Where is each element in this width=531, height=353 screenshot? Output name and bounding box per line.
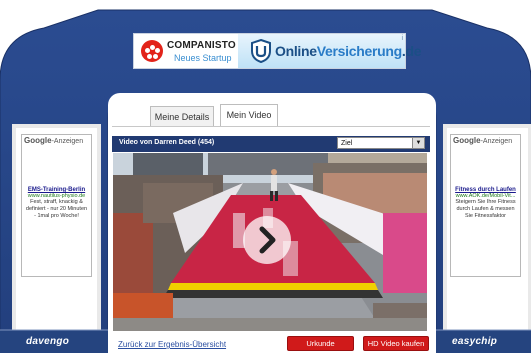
video-title: Video von Darren Deed (454) <box>119 139 215 146</box>
chevron-down-icon[interactable]: ▼ <box>412 138 424 148</box>
google-ads-label: Google-Anzeigen <box>24 136 84 145</box>
checkpoint-select[interactable]: Ziel ▼ <box>337 137 425 149</box>
online-versicherung-logo: OnlineVersicherung.de <box>275 43 422 59</box>
ad-info-icon[interactable]: i <box>401 35 403 42</box>
online-versicherung-ad[interactable]: OnlineVersicherung.de i <box>238 34 422 68</box>
davengo-logo: davengo <box>26 336 70 347</box>
easychip-logo: easychip <box>452 336 498 347</box>
companisto-tagline: Neues Startup <box>174 53 232 63</box>
video-title-bar: Video von Darren Deed (454) Ziel ▼ <box>112 136 430 152</box>
companisto-logo-icon <box>141 40 163 62</box>
top-banner-ad[interactable]: COMPANISTO Neues Startup OnlineVersicher… <box>133 33 422 69</box>
companisto-ad[interactable]: COMPANISTO Neues Startup <box>134 34 238 68</box>
ad-description: Fest, straff, knackig & definiert - nur … <box>25 199 88 219</box>
google-ads-label: Google-Anzeigen <box>453 136 513 145</box>
checkpoint-select-value: Ziel <box>341 140 353 147</box>
shield-icon <box>251 39 271 63</box>
tab-divider <box>112 126 430 127</box>
buy-hd-video-button[interactable]: HD Video kaufen <box>363 336 429 351</box>
tab-my-details[interactable]: Meine Details <box>150 106 214 126</box>
play-button[interactable] <box>243 216 291 264</box>
ad-description: Steigern Sie Ihre Fitness durch Laufen &… <box>455 199 516 219</box>
chevron-right-icon <box>259 226 276 254</box>
right-google-ad[interactable]: Google-Anzeigen Fitness durch Laufen www… <box>450 134 521 277</box>
certificate-button[interactable]: Urkunde <box>287 336 354 351</box>
left-google-ad[interactable]: Google-Anzeigen EMS-Training-Berlin www.… <box>21 134 92 277</box>
back-to-results-link[interactable]: Zurück zur Ergebnis-Übersicht <box>118 340 226 349</box>
companisto-brand: COMPANISTO <box>167 40 236 51</box>
tab-my-video[interactable]: Mein Video <box>220 104 278 126</box>
